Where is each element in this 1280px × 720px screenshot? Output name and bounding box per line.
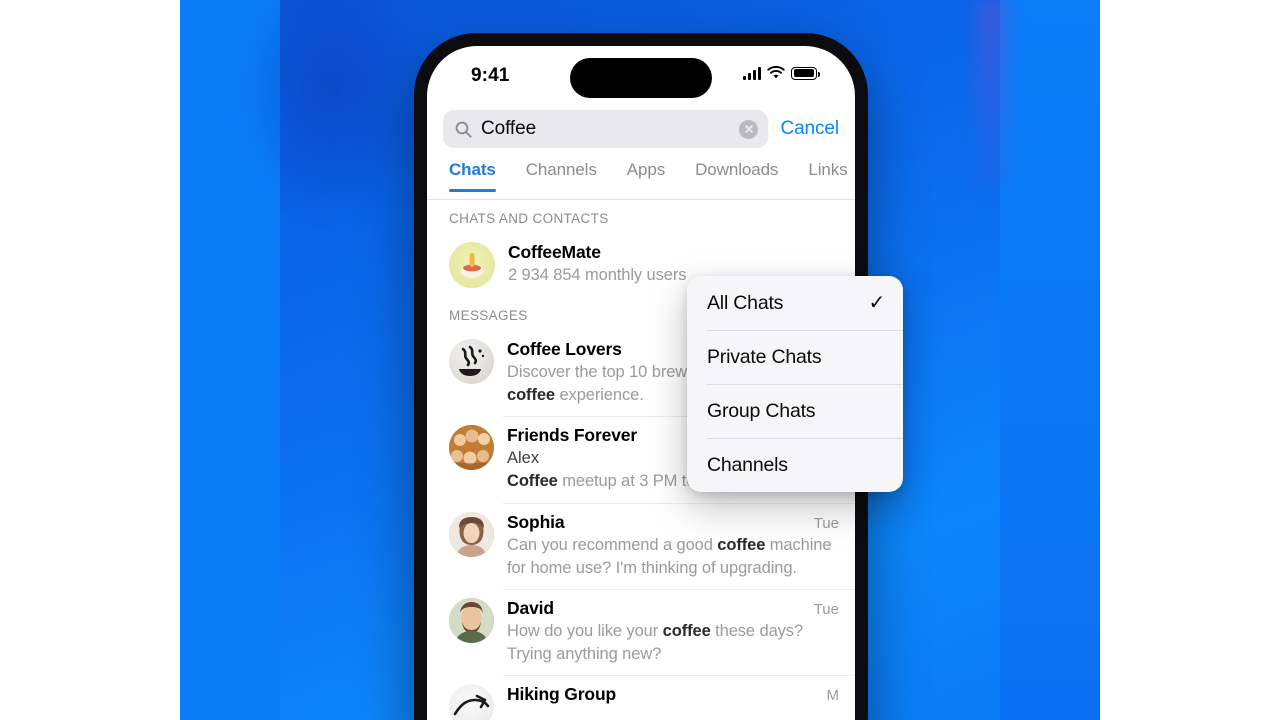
mountain-icon xyxy=(453,694,490,716)
dropdown-item-channels[interactable]: Channels xyxy=(687,438,903,492)
tab-links[interactable]: Links xyxy=(808,160,847,191)
list-item-title: Coffee Lovers xyxy=(507,339,622,359)
snippet-pre: Can you recommend a good xyxy=(507,535,718,554)
friends-forever-avatar xyxy=(449,425,494,471)
dropdown-item-label: Private Chats xyxy=(707,345,822,368)
cancel-button[interactable]: Cancel xyxy=(780,118,839,140)
list-item-body: Hiking Group M xyxy=(507,684,839,720)
list-item-top: CoffeeMate xyxy=(508,242,839,263)
list-item-top: Hiking Group M xyxy=(507,684,839,705)
snippet-match: coffee xyxy=(717,535,766,554)
signal-bars-icon xyxy=(743,66,761,80)
battery-icon xyxy=(791,66,820,80)
dropdown-item-label: Channels xyxy=(707,453,788,476)
person-photo-icon xyxy=(449,597,494,643)
backdrop-dark-accent xyxy=(240,0,430,220)
list-item-time: Tue xyxy=(813,600,839,618)
backdrop-violet-accent xyxy=(975,0,1009,190)
list-item[interactable]: Sophia Tue Can you recommend a good coff… xyxy=(427,502,855,589)
list-item-top: Sophia Tue xyxy=(507,512,839,533)
list-item-title: Hiking Group xyxy=(507,683,617,704)
list-item-body: Sophia Tue Can you recommend a good coff… xyxy=(507,512,839,580)
section-header-chats-and-contacts: CHATS AND CONTACTS xyxy=(427,200,855,233)
snippet-match: Coffee xyxy=(507,472,558,491)
tab-apps[interactable]: Apps xyxy=(627,160,665,191)
check-icon: ✓ xyxy=(868,292,885,314)
list-item-time: Tue xyxy=(813,514,839,532)
dynamic-island xyxy=(570,58,712,98)
list-item-title: David xyxy=(507,597,554,618)
chat-filter-dropdown[interactable]: All Chats ✓ Private Chats Group Chats Ch… xyxy=(687,276,903,492)
dropdown-item-label: Group Chats xyxy=(707,399,816,422)
list-item-top: David Tue xyxy=(507,598,839,619)
search-row: Coffee Cancel xyxy=(427,104,855,160)
search-tabs: Chats Channels Apps Downloads Links xyxy=(427,160,855,200)
search-icon xyxy=(455,121,472,138)
tab-channels[interactable]: Channels xyxy=(526,160,597,191)
snippet-post: experience. xyxy=(555,386,644,405)
dropdown-item-all-chats[interactable]: All Chats ✓ xyxy=(687,276,903,330)
coffee-steam-icon xyxy=(459,345,485,376)
tab-downloads[interactable]: Downloads xyxy=(695,160,778,191)
coffee-lovers-avatar xyxy=(449,339,494,384)
list-item-snippet: How do you like your coffee these days? … xyxy=(507,620,839,666)
search-value: Coffee xyxy=(481,118,537,139)
coffeemate-avatar xyxy=(449,242,495,288)
status-clock: 9:41 xyxy=(471,65,510,86)
group-photo-icon xyxy=(449,425,494,471)
list-item-title: Friends Forever xyxy=(507,425,638,446)
sophia-avatar xyxy=(449,511,494,557)
hiking-group-avatar xyxy=(449,683,494,720)
dropdown-item-group-chats[interactable]: Group Chats xyxy=(687,384,903,438)
list-item-title: CoffeeMate xyxy=(508,242,601,262)
david-avatar xyxy=(449,597,494,643)
status-bar: 9:41 xyxy=(427,46,855,104)
snippet-match: coffee xyxy=(662,621,711,640)
list-item-title: Sophia xyxy=(507,511,565,532)
list-item-time: M xyxy=(826,686,840,704)
list-item[interactable]: Hiking Group M xyxy=(427,674,855,720)
dropdown-item-label: All Chats xyxy=(707,291,784,314)
snippet-pre: How do you like your xyxy=(507,621,663,640)
list-item-body: David Tue How do you like your coffee th… xyxy=(507,598,839,666)
backdrop-band-right xyxy=(1000,0,1100,720)
person-photo-icon xyxy=(449,511,494,557)
dropdown-item-private-chats[interactable]: Private Chats xyxy=(687,330,903,384)
snippet-match: coffee xyxy=(507,386,555,405)
clear-circle-icon[interactable] xyxy=(739,119,759,139)
screenshot-root: 9:41 Coffee Cancel Chats Channels Apps D… xyxy=(0,0,1280,720)
wifi-icon xyxy=(767,66,785,79)
list-item[interactable]: David Tue How do you like your coffee th… xyxy=(427,588,855,675)
search-input[interactable]: Coffee xyxy=(443,110,769,148)
tab-chats[interactable]: Chats xyxy=(449,160,496,192)
status-indicators xyxy=(743,66,820,80)
list-item-snippet: Can you recommend a good coffee machine … xyxy=(507,534,839,580)
coffee-cup-icon xyxy=(461,253,487,278)
